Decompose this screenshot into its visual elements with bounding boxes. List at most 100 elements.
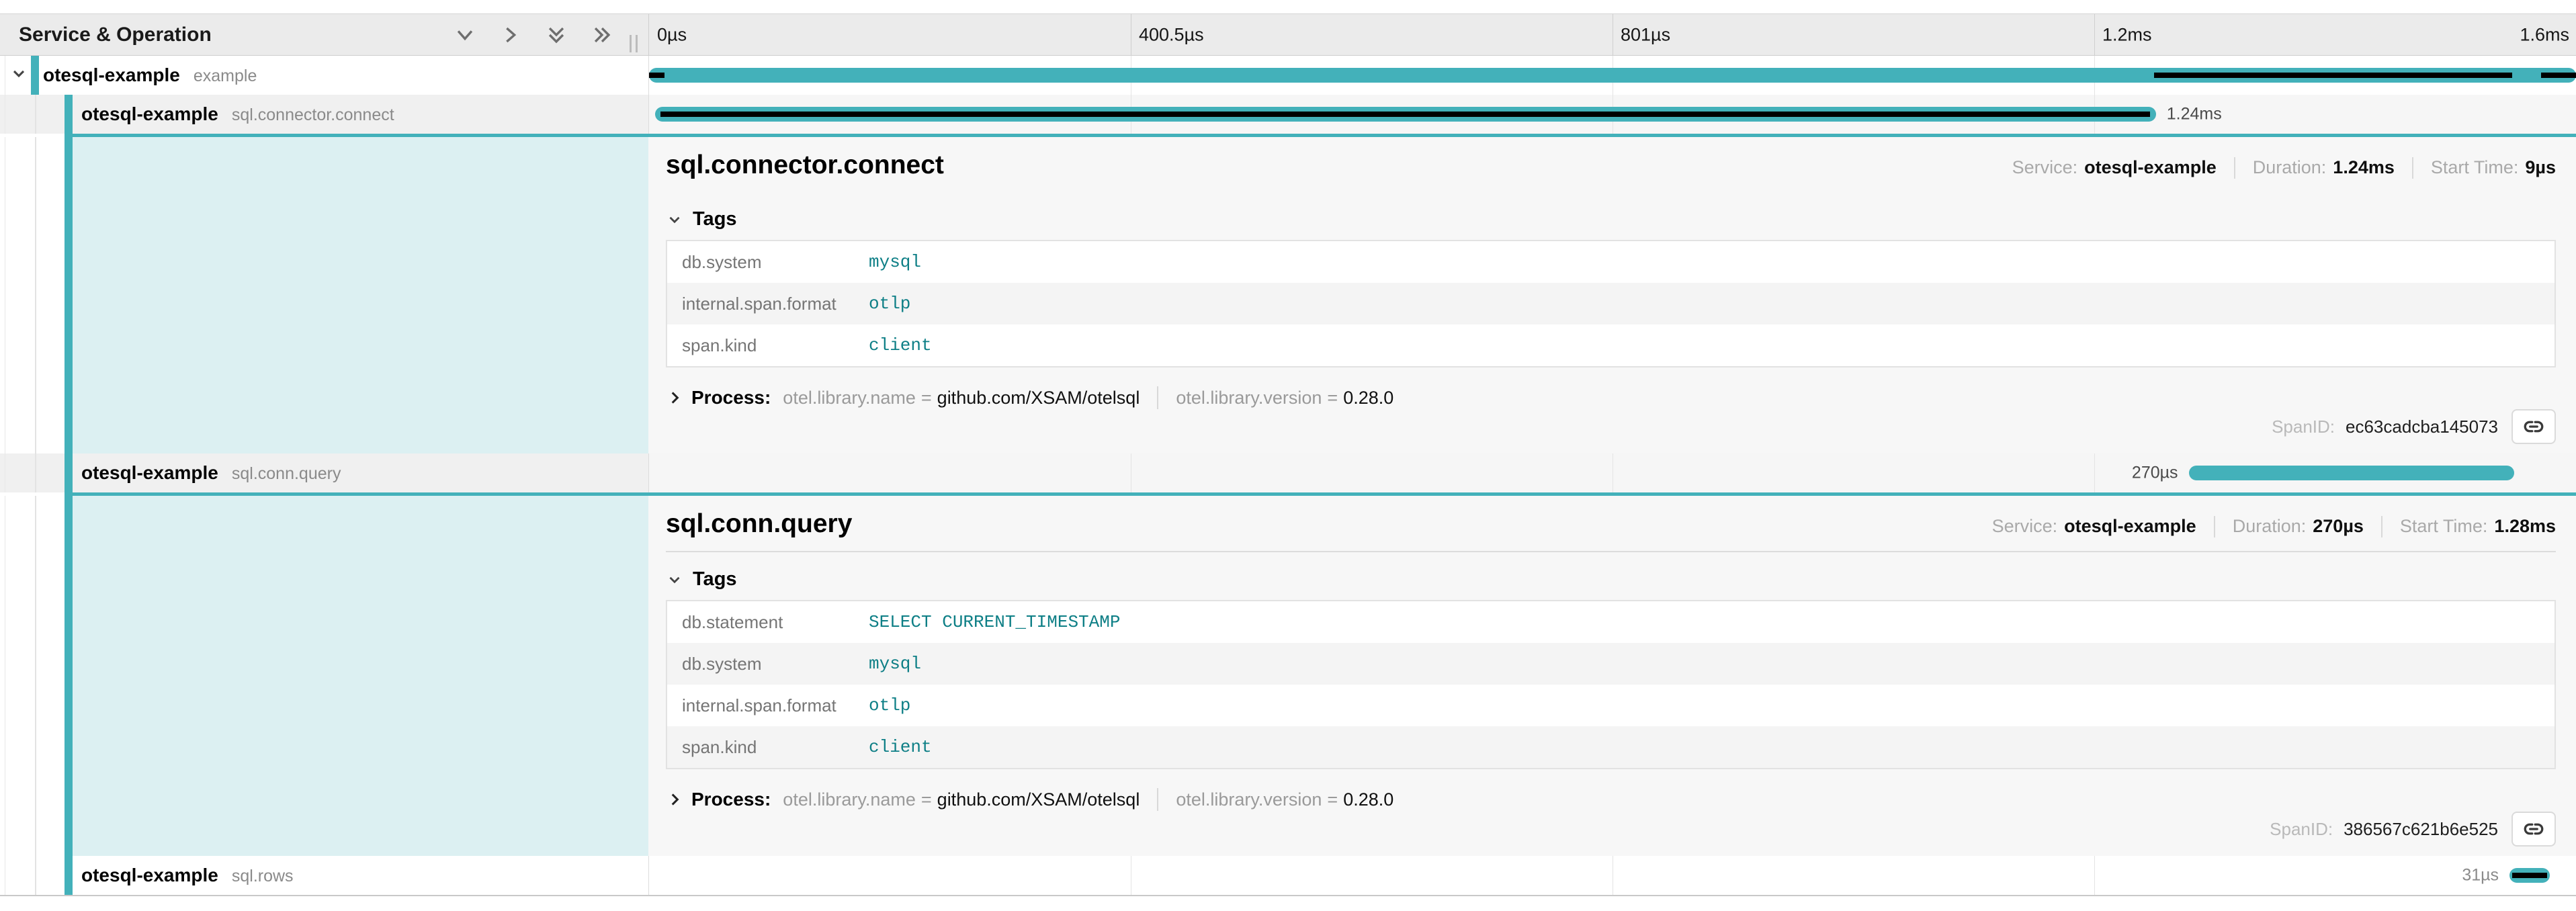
chevron-right-icon (666, 389, 683, 406)
tag-row: db.system mysql (667, 643, 2554, 685)
meta-divider (2381, 516, 2382, 537)
span-row-sql-connector-connect[interactable]: otesql-examplesql.connector.connect 1.24… (0, 95, 2576, 134)
span-bar-cell[interactable]: 270µs (648, 453, 2576, 492)
operation-name: example (194, 67, 257, 85)
tags-table: db.statement SELECT CURRENT_TIMESTAMP db… (666, 600, 2556, 769)
detail-gutter (0, 137, 65, 453)
trace-timeline-view: Service & Operation 0µs 400.5µs 801 (0, 0, 2576, 911)
process-section-toggle[interactable]: Process: otel.library.name = github.com/… (666, 386, 1393, 409)
critical-path-segment (649, 73, 664, 78)
detail-name-column (73, 137, 648, 453)
tag-value: SELECT CURRENT_TIMESTAMP (869, 612, 1120, 632)
equals-sign: = (1327, 388, 1338, 408)
process-key: otel.library.name (783, 388, 916, 408)
span-id-value: ec63cadcba145073 (2346, 417, 2498, 437)
detail-gutter (0, 496, 65, 856)
chevron-right-icon[interactable] (499, 24, 522, 46)
duration-label: Duration: (2253, 157, 2327, 178)
critical-path-segment (660, 112, 2150, 117)
process-divider (1157, 386, 1158, 409)
chevron-down-icon (666, 571, 683, 589)
gridline (2094, 856, 2095, 895)
span-name-cell[interactable]: otesql-examplesql.conn.query (0, 453, 648, 492)
span-row-example[interactable]: otesql-exampleexample (0, 56, 2576, 95)
meta-divider (2412, 157, 2413, 179)
service-color-bar (65, 496, 73, 856)
meta-divider (2234, 157, 2235, 179)
tag-key: span.kind (667, 335, 869, 356)
start-time-value: 1.28ms (2494, 516, 2556, 537)
detail-content: sql.connector.connect Service: otesql-ex… (648, 137, 2576, 453)
detail-name-column (73, 496, 648, 856)
copy-link-button[interactable] (2511, 409, 2556, 444)
column-resizer-grip[interactable] (630, 35, 638, 52)
service-color-bar (65, 856, 73, 895)
span-row-sql-conn-query[interactable]: otesql-examplesql.conn.query 270µs (0, 453, 2576, 492)
indent-guide (35, 496, 36, 856)
detail-content: sql.conn.query Service: otesql-example D… (648, 496, 2576, 856)
span-name-label: otesql-examplesql.connector.connect (81, 103, 394, 125)
equals-sign: = (1327, 789, 1338, 810)
service-color-bar (65, 95, 73, 134)
start-time-label: Start Time: (2400, 516, 2488, 537)
double-chevron-right-icon[interactable] (591, 24, 613, 46)
tick-label: 400.5µs (1139, 24, 1204, 45)
span-row-sql-rows[interactable]: otesql-examplesql.rows 31µs (0, 856, 2576, 895)
span-id-row: SpanID: ec63cadcba145073 (666, 409, 2556, 445)
tags-heading: Tags (693, 208, 737, 230)
span-bar-cell[interactable]: 1.24ms (648, 95, 2576, 134)
chevron-down-icon[interactable] (9, 64, 28, 87)
span-name-cell[interactable]: otesql-examplesql.rows (0, 856, 648, 895)
span-meta: Service: otesql-example Duration: 270µs … (1992, 516, 2556, 537)
process-heading: Process: (691, 789, 771, 810)
span-detail-panel: sql.connector.connect Service: otesql-ex… (0, 137, 2576, 453)
gridline (2094, 14, 2095, 55)
critical-path-segment (2541, 73, 2576, 78)
span-duration-label: 31µs (2462, 866, 2499, 885)
copy-link-button[interactable] (2511, 812, 2556, 847)
service-color-bar (65, 453, 73, 492)
chevron-down-icon (666, 211, 683, 228)
span-bar-cell[interactable] (648, 56, 2576, 95)
span-bar-cell[interactable]: 31µs (648, 856, 2576, 895)
tag-value: mysql (869, 654, 921, 674)
link-icon (2522, 415, 2546, 439)
indent-guide (35, 453, 36, 492)
tag-row: db.system mysql (667, 241, 2554, 283)
span-duration-label: 1.24ms (2167, 105, 2222, 124)
span-bar[interactable] (2189, 466, 2515, 480)
tags-section-toggle[interactable]: Tags (666, 568, 737, 591)
bottom-strip (0, 895, 2576, 911)
span-name-label: otesql-exampleexample (43, 64, 257, 86)
double-chevron-down-icon[interactable] (545, 24, 568, 46)
operation-name: sql.rows (232, 867, 294, 885)
tag-key: internal.span.format (667, 695, 869, 716)
detail-header: sql.conn.query Service: otesql-example D… (666, 509, 2556, 539)
service-color-bar (31, 56, 39, 95)
top-strip (0, 0, 2576, 13)
tags-section-toggle[interactable]: Tags (666, 208, 737, 230)
tag-value: mysql (869, 252, 921, 272)
tag-value: client (869, 737, 932, 757)
tick-label: 1.6ms (2520, 24, 2569, 45)
span-id-row: SpanID: 386567c621b6e525 (666, 812, 2556, 848)
span-name-cell[interactable]: otesql-exampleexample (0, 56, 648, 95)
span-id-value: 386567c621b6e525 (2344, 819, 2498, 840)
span-title: sql.conn.query (666, 509, 852, 539)
indent-guide (35, 95, 36, 134)
span-name-cell[interactable]: otesql-examplesql.connector.connect (0, 95, 648, 134)
process-value: github.com/XSAM/otelsql (937, 388, 1140, 408)
process-section-toggle[interactable]: Process: otel.library.name = github.com/… (666, 788, 1393, 811)
start-time-value: 9µs (2525, 157, 2556, 178)
tick-label: 1.2ms (2102, 24, 2152, 45)
tag-row: span.kind client (667, 324, 2554, 366)
duration-value: 270µs (2313, 516, 2364, 537)
process-value: 0.28.0 (1343, 388, 1393, 408)
service-value: otesql-example (2064, 516, 2196, 537)
process-heading: Process: (691, 387, 771, 408)
service-color-bar (65, 137, 73, 453)
process-value: github.com/XSAM/otelsql (937, 789, 1140, 810)
tag-row: internal.span.format otlp (667, 283, 2554, 324)
service-operation-header: Service & Operation (0, 14, 648, 55)
chevron-down-icon[interactable] (454, 24, 476, 46)
